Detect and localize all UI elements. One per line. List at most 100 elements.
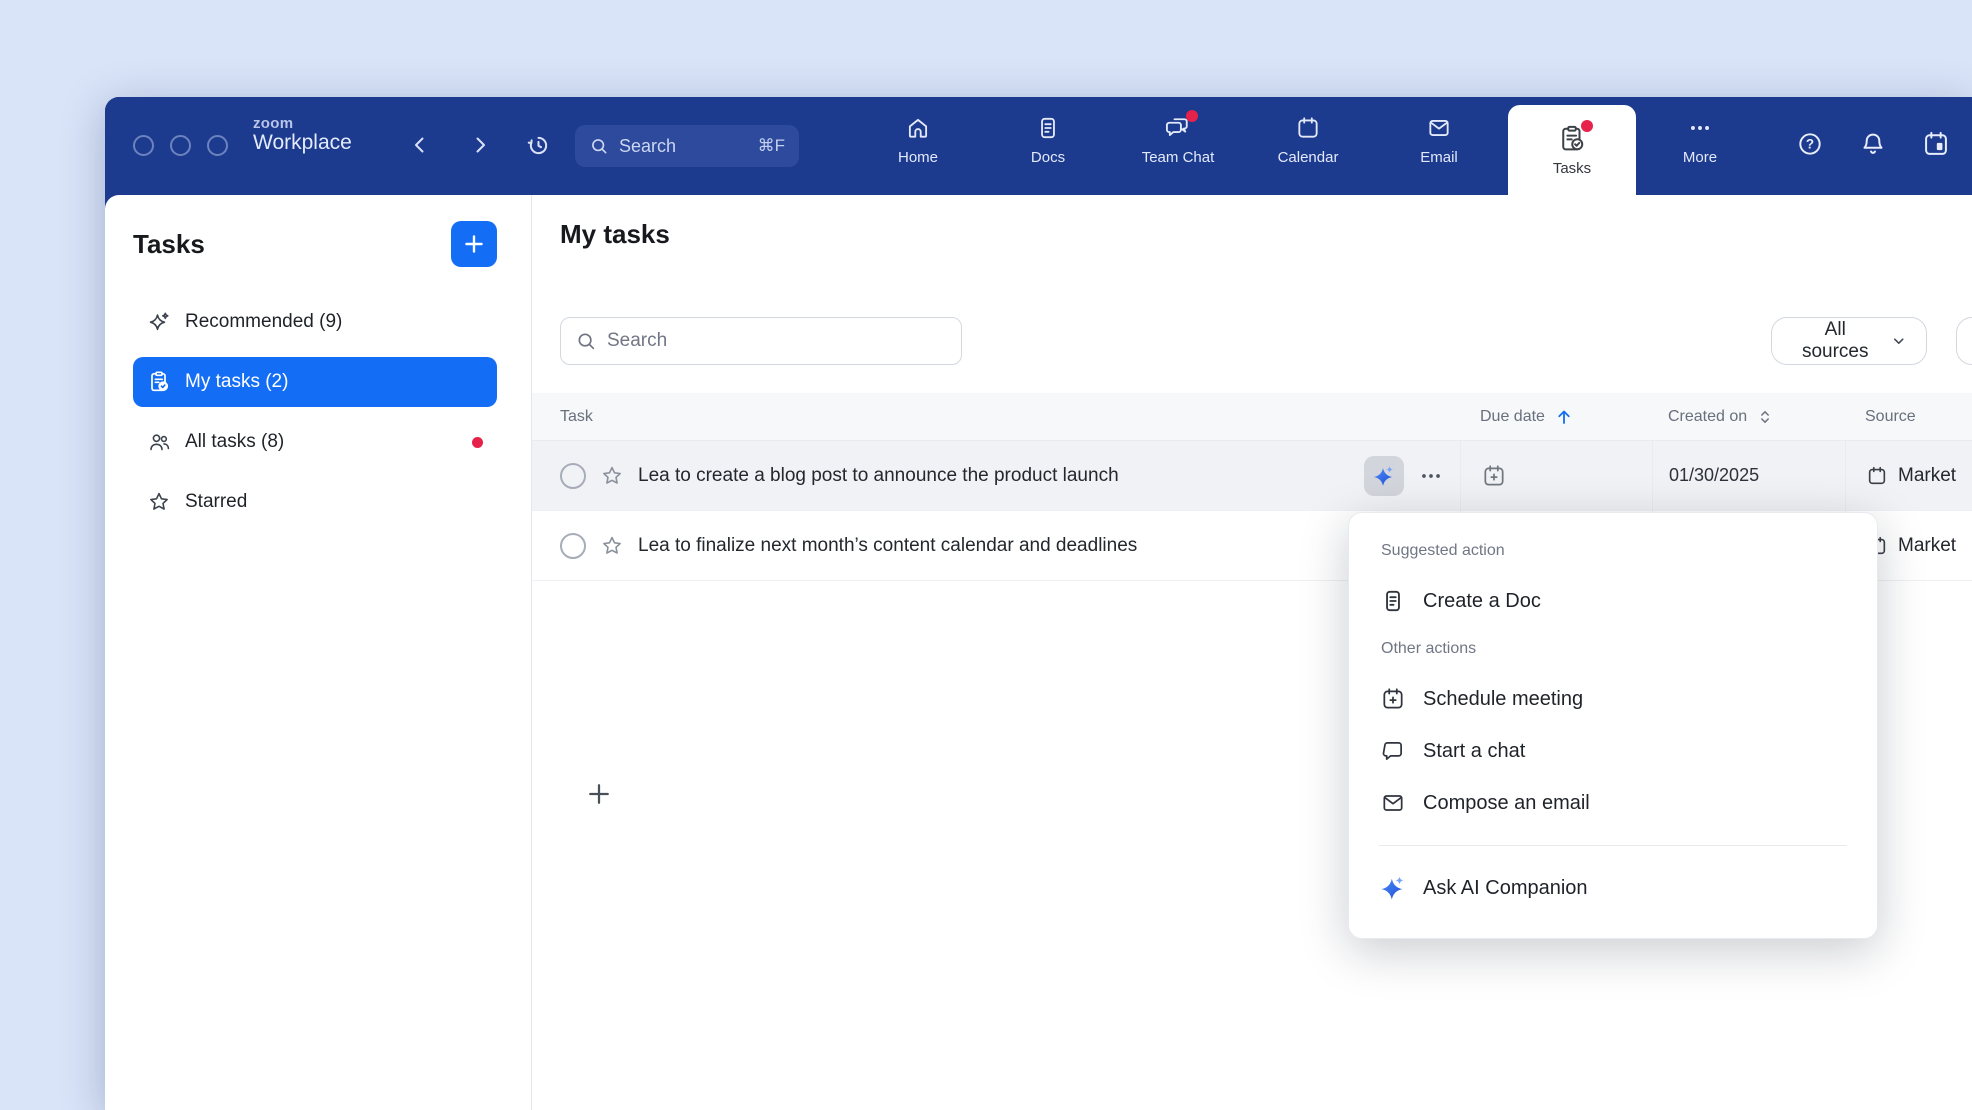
sidebar-item-all-tasks[interactable]: All tasks (8) (133, 417, 497, 467)
forward-button[interactable] (468, 133, 492, 157)
docs-icon (1035, 114, 1061, 142)
menu-start-chat[interactable]: Start a chat (1379, 725, 1847, 777)
menu-ask-ai-companion[interactable]: Ask AI Companion (1379, 862, 1847, 914)
filter-button-partial[interactable] (1956, 317, 1972, 365)
add-task-button[interactable] (584, 779, 614, 809)
menu-section-label: Suggested action (1381, 539, 1847, 563)
nav-home[interactable]: Home (868, 114, 968, 166)
task-search[interactable] (560, 317, 962, 365)
global-search-placeholder: Search (619, 136, 676, 157)
desktop: zoom Workplace Search ⌘F (0, 0, 1972, 1110)
window-controls[interactable] (133, 135, 228, 156)
calendar-icon (1295, 114, 1321, 142)
menu-item-label: Create a Doc (1423, 590, 1541, 613)
add-due-date-button[interactable] (1481, 463, 1507, 489)
source-name: Market (1898, 465, 1956, 487)
nav-calendar[interactable]: Calendar (1258, 114, 1358, 166)
chevron-down-icon (1890, 332, 1908, 350)
nav-calendar-label: Calendar (1278, 149, 1339, 166)
sidebar-item-starred[interactable]: Starred (133, 477, 497, 527)
sidebar-nav: Recommended (9) My tasks (133, 297, 497, 527)
sidebar-item-label: Recommended (9) (185, 311, 342, 333)
window-control-minimize[interactable] (170, 135, 191, 156)
notifications-button[interactable] (1859, 130, 1887, 158)
nav-docs[interactable]: Docs (998, 114, 1098, 166)
doc-icon (1379, 588, 1407, 614)
bell-icon (1859, 130, 1887, 158)
tasks-badge (1581, 120, 1593, 132)
back-button[interactable] (408, 133, 432, 157)
row-more-button[interactable] (1418, 463, 1444, 489)
menu-create-doc[interactable]: Create a Doc (1379, 575, 1847, 627)
help-icon: ? (1796, 130, 1824, 158)
search-icon (589, 136, 609, 156)
history-button[interactable] (525, 132, 552, 159)
app-logo: zoom Workplace (253, 116, 352, 154)
menu-schedule-meeting[interactable]: Schedule meeting (1379, 673, 1847, 725)
page-title: My tasks (560, 219, 670, 250)
menu-item-label: Compose an email (1423, 792, 1590, 815)
search-icon (575, 330, 597, 352)
calendar-icon (1866, 465, 1888, 487)
nav-tasks-label: Tasks (1553, 160, 1591, 177)
unread-dot (472, 437, 483, 448)
titlebar: zoom Workplace Search ⌘F (105, 97, 1972, 195)
home-icon (905, 114, 931, 142)
task-checkbox[interactable] (560, 533, 586, 559)
sources-filter-value: All sources (1790, 319, 1880, 363)
created-date: 01/30/2025 (1669, 465, 1759, 486)
calendar-date-icon (1922, 130, 1950, 158)
sidebar-title: Tasks (133, 229, 205, 260)
plus-icon (584, 779, 614, 809)
ai-companion-button[interactable] (1364, 456, 1404, 496)
sidebar: Tasks Recommended (9) (105, 195, 532, 1110)
new-task-button[interactable] (451, 221, 497, 267)
chevron-left-icon (408, 133, 432, 157)
global-search[interactable]: Search ⌘F (575, 125, 799, 167)
sidebar-item-recommended[interactable]: Recommended (9) (133, 297, 497, 347)
column-task: Task (532, 408, 1460, 426)
envelope-icon (1379, 790, 1407, 816)
nav-more[interactable]: More (1650, 114, 1750, 166)
plus-icon (461, 231, 487, 257)
help-button[interactable]: ? (1796, 130, 1824, 158)
sidebar-item-my-tasks[interactable]: My tasks (2) (133, 357, 497, 407)
nav-tasks-active-tab[interactable]: Tasks (1508, 105, 1636, 195)
star-icon (147, 490, 171, 514)
column-due-date[interactable]: Due date (1460, 406, 1652, 428)
nav-more-label: More (1683, 149, 1717, 166)
nav-team-chat[interactable]: Team Chat (1128, 114, 1228, 166)
task-search-input[interactable] (607, 330, 947, 352)
menu-item-label: Start a chat (1423, 740, 1525, 763)
sidebar-item-label: My tasks (2) (185, 371, 288, 393)
menu-item-label: Schedule meeting (1423, 688, 1583, 711)
nav-email-label: Email (1420, 149, 1458, 166)
schedule-button[interactable] (1922, 130, 1950, 158)
nav-home-label: Home (898, 149, 938, 166)
menu-compose-email[interactable]: Compose an email (1379, 777, 1847, 829)
tasks-icon (1557, 124, 1587, 154)
task-title: Lea to create a blog post to announce th… (638, 465, 1119, 487)
nav-email[interactable]: Email (1389, 114, 1489, 166)
chat-bubble-icon (1379, 738, 1407, 764)
column-source: Source (1845, 408, 1972, 426)
column-created-on[interactable]: Created on (1652, 407, 1845, 427)
sort-asc-icon (1553, 406, 1575, 428)
people-icon (147, 430, 171, 454)
history-icon (525, 132, 552, 159)
calendar-plus-icon (1481, 463, 1507, 489)
star-icon[interactable] (600, 464, 624, 488)
clipboard-check-icon (147, 370, 171, 394)
sources-filter-dropdown[interactable]: All sources (1771, 317, 1927, 365)
task-checkbox[interactable] (560, 463, 586, 489)
logo-workplace: Workplace (253, 132, 352, 154)
menu-section-label: Other actions (1381, 637, 1847, 661)
window-control-zoom[interactable] (207, 135, 228, 156)
more-dots-icon (1687, 114, 1713, 142)
chevron-right-icon (468, 133, 492, 157)
nav-team-chat-label: Team Chat (1142, 149, 1215, 166)
window-control-close[interactable] (133, 135, 154, 156)
star-icon[interactable] (600, 534, 624, 558)
task-row[interactable]: Lea to create a blog post to announce th… (532, 441, 1972, 511)
search-shortcut: ⌘F (758, 136, 785, 156)
